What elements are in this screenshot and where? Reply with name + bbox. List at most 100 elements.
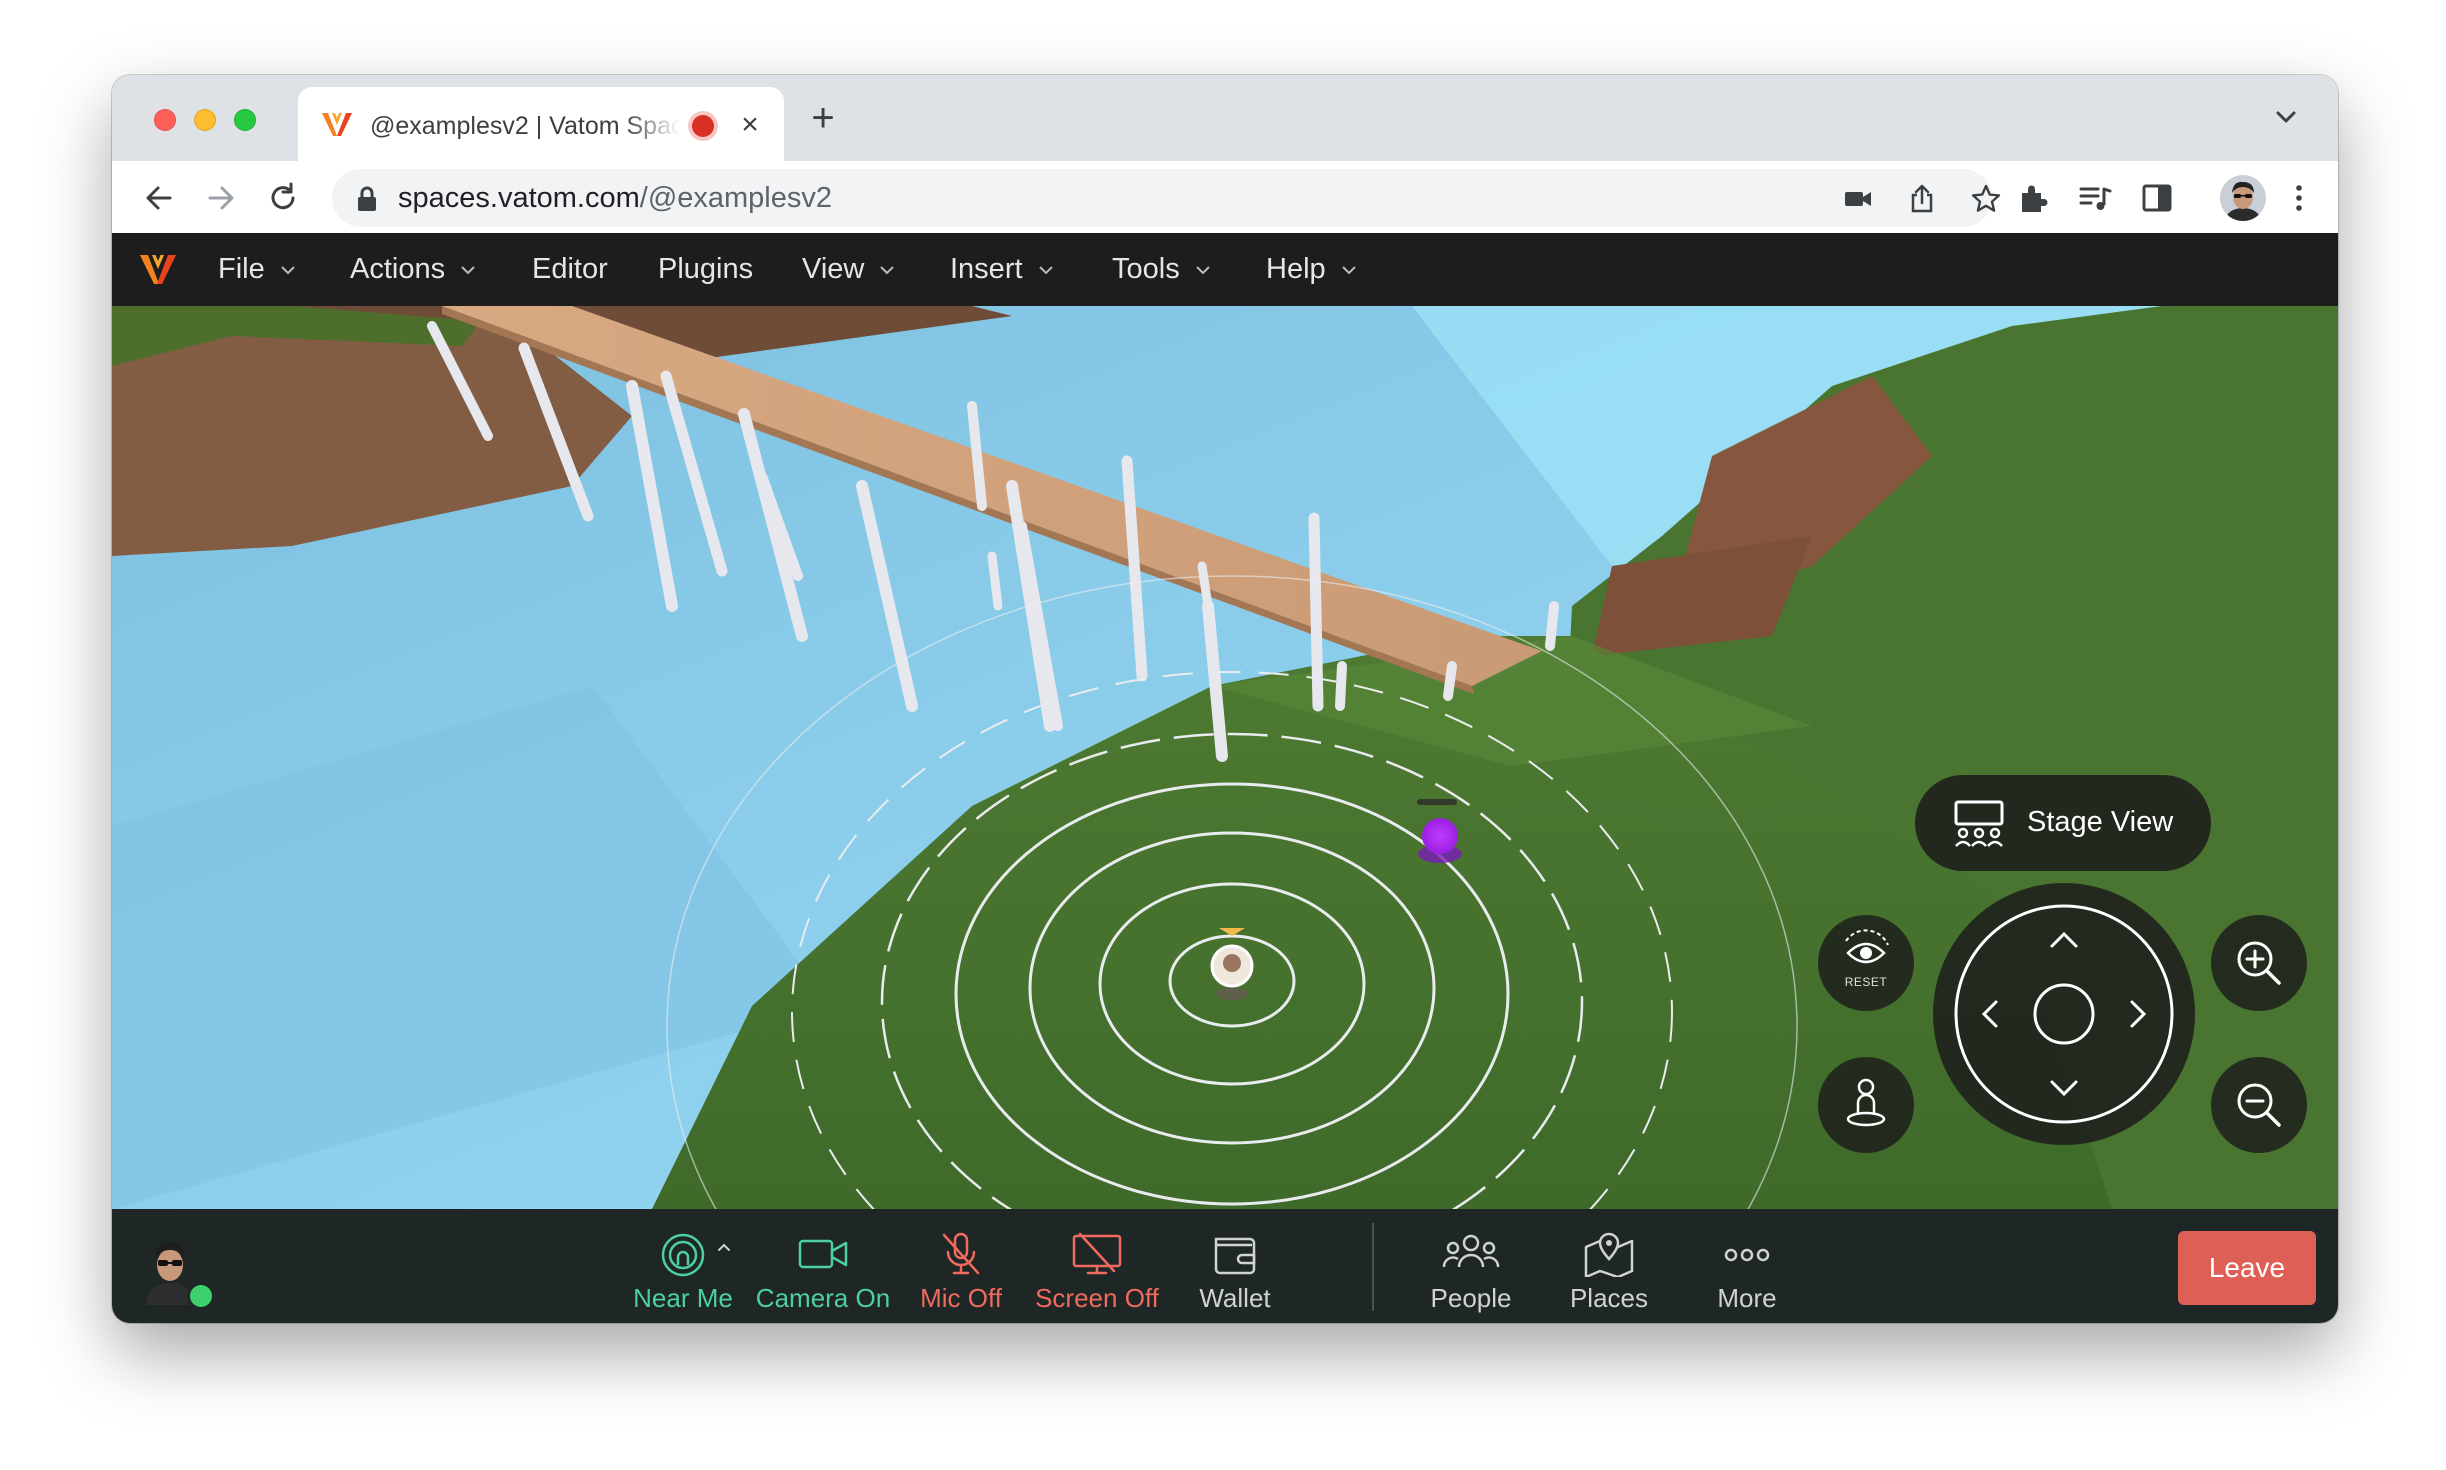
menu-editor[interactable]: Editor — [532, 233, 608, 306]
leave-button[interactable]: Leave — [2178, 1231, 2316, 1305]
reset-view-button[interactable]: RESET — [1818, 915, 1914, 1011]
chevron-down-icon — [1195, 266, 1210, 275]
star-icon[interactable] — [1970, 183, 2002, 215]
app-menubar: File Actions Editor Plugins View Insert … — [112, 233, 2338, 306]
avatar-view-button[interactable] — [1818, 1057, 1914, 1153]
wallet-label: Wallet — [1199, 1283, 1271, 1313]
recording-indicator-icon — [692, 115, 714, 137]
reload-icon[interactable] — [264, 179, 302, 217]
zoom-window-button[interactable] — [234, 109, 256, 131]
3d-viewport[interactable]: Stage View RESET — [112, 306, 2338, 1209]
url-text[interactable]: spaces.vatom.com/@examplesv2 — [398, 181, 832, 215]
minimize-window-button[interactable] — [194, 109, 216, 131]
mic-label: Mic Off — [920, 1283, 1002, 1313]
extensions-icon[interactable] — [2016, 181, 2050, 215]
movement-joystick[interactable] — [1933, 883, 2195, 1145]
new-tab-button[interactable]: + — [802, 97, 844, 139]
menu-insert-label: Insert — [950, 253, 1023, 285]
people-label: People — [1430, 1283, 1512, 1313]
menu-view[interactable]: View — [802, 233, 896, 306]
online-status-badge — [190, 1285, 212, 1307]
menu-editor-label: Editor — [532, 253, 608, 285]
stage-view-label: Stage View — [2027, 806, 2174, 838]
more-label: More — [1717, 1283, 1777, 1313]
chevron-down-icon — [281, 266, 295, 275]
eye-reset-icon — [1845, 929, 1889, 964]
zoom-in-icon — [2237, 941, 2281, 985]
proximity-audio-icon — [661, 1233, 705, 1277]
menu-file-label: File — [218, 253, 265, 285]
zoom-in-button[interactable] — [2211, 915, 2307, 1011]
zoom-out-button[interactable] — [2211, 1057, 2307, 1153]
menu-tools[interactable]: Tools — [1112, 233, 1212, 306]
person-icon — [1846, 1078, 1886, 1127]
menu-tools-label: Tools — [1112, 253, 1180, 285]
near-me-button[interactable]: Near Me — [608, 1223, 758, 1315]
menu-plugins[interactable]: Plugins — [658, 233, 753, 306]
back-arrow-icon[interactable] — [140, 179, 178, 217]
browser-toolbar: spaces.vatom.com/@examplesv2 — [112, 161, 2338, 233]
chevron-down-icon — [880, 266, 895, 275]
reset-label: RESET — [1844, 975, 1888, 989]
media-control-icon[interactable] — [2078, 181, 2112, 215]
camera-icon[interactable] — [1842, 183, 1874, 215]
mic-toggle-button[interactable]: Mic Off — [886, 1223, 1036, 1315]
url-path: /@examplesv2 — [639, 182, 833, 214]
vatom-favicon-icon — [322, 113, 352, 136]
mic-off-icon — [942, 1232, 980, 1275]
more-dots-icon — [1724, 1248, 1770, 1262]
forward-arrow-icon[interactable] — [202, 179, 240, 217]
camera-toggle-button[interactable]: Camera On — [748, 1223, 898, 1315]
camera-label: Camera On — [755, 1283, 891, 1313]
people-icon — [1442, 1234, 1500, 1268]
browser-window: @examplesv2 | Vatom Spaces × + spaces.va… — [112, 75, 2338, 1323]
menu-insert[interactable]: Insert — [950, 233, 1055, 306]
people-button[interactable]: People — [1396, 1223, 1546, 1315]
wallet-icon — [1214, 1237, 1256, 1275]
near-me-label: Near Me — [633, 1283, 733, 1313]
stage-view-icon — [1954, 800, 2004, 847]
lock-icon[interactable] — [356, 186, 378, 212]
wallet-button[interactable]: Wallet — [1160, 1223, 1310, 1315]
control-divider — [1372, 1223, 1374, 1311]
move-right-chevron-icon[interactable] — [2105, 984, 2165, 1044]
joystick-center-handle[interactable] — [2034, 984, 2094, 1044]
address-bar[interactable]: spaces.vatom.com/@examplesv2 — [332, 169, 2001, 227]
url-host: spaces.vatom.com — [398, 182, 640, 214]
map-pin-icon — [1584, 1232, 1634, 1277]
menu-file[interactable]: File — [218, 233, 297, 306]
stage-view-button[interactable]: Stage View — [1915, 775, 2211, 871]
vatom-logo-icon[interactable] — [138, 251, 178, 287]
move-down-chevron-icon[interactable] — [2034, 1055, 2094, 1115]
chevron-up-icon[interactable] — [714, 1237, 734, 1257]
tab-strip: @examplesv2 | Vatom Spaces × + — [112, 75, 2338, 161]
menu-plugins-label: Plugins — [658, 253, 754, 285]
screen-label: Screen Off — [1035, 1283, 1159, 1313]
tab-close-icon[interactable]: × — [734, 109, 766, 141]
zoom-out-icon — [2237, 1083, 2281, 1127]
profile-avatar[interactable] — [2220, 175, 2266, 221]
menu-actions-label: Actions — [350, 253, 446, 285]
menu-help-label: Help — [1266, 253, 1326, 285]
screen-share-toggle-button[interactable]: Screen Off — [1022, 1223, 1172, 1315]
more-button[interactable]: More — [1672, 1223, 1822, 1315]
menu-help[interactable]: Help — [1266, 233, 1358, 306]
chevron-down-icon — [1038, 266, 1053, 275]
move-left-chevron-icon[interactable] — [1963, 984, 2023, 1044]
move-up-chevron-icon[interactable] — [2034, 913, 2094, 973]
close-window-button[interactable] — [154, 109, 176, 131]
screen-share-off-icon — [1072, 1232, 1122, 1275]
tab-title: @examplesv2 | Vatom Spaces — [370, 112, 680, 140]
tab-search-chevron-icon[interactable] — [2268, 99, 2304, 135]
video-camera-icon — [798, 1239, 848, 1269]
share-icon[interactable] — [1906, 183, 1938, 215]
menu-actions[interactable]: Actions — [350, 233, 477, 306]
kebab-menu-icon[interactable] — [2282, 181, 2316, 215]
menu-view-label: View — [802, 253, 865, 285]
chevron-down-icon — [461, 266, 475, 275]
places-button[interactable]: Places — [1534, 1223, 1684, 1315]
side-panel-icon[interactable] — [2140, 181, 2174, 215]
call-control-bar: Near Me Camera On Mic Off Screen Off Wal… — [112, 1209, 2338, 1323]
browser-tab[interactable]: @examplesv2 | Vatom Spaces × — [298, 87, 784, 161]
chevron-down-icon — [1341, 266, 1356, 275]
